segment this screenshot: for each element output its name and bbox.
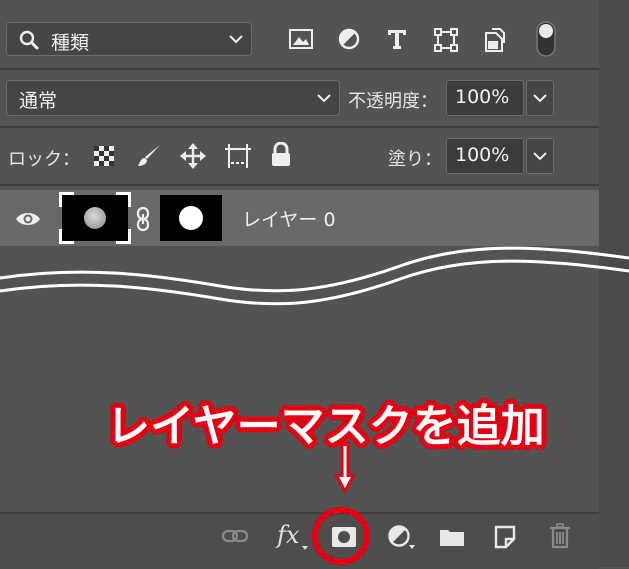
- search-icon: [19, 30, 39, 50]
- cut-wave-decoration: [0, 246, 629, 306]
- shape-filter-icon[interactable]: [433, 27, 459, 53]
- layers-panel: 種類 通常 不透明度： 100% ロック： 塗り： 100% レイヤー 0 レイ…: [0, 0, 629, 569]
- new-layer-icon[interactable]: [494, 525, 516, 549]
- blend-mode-select[interactable]: 通常: [6, 80, 340, 116]
- opacity-dropdown-button[interactable]: [526, 80, 554, 116]
- image-filter-icon[interactable]: [288, 27, 314, 51]
- chevron-down-icon: [317, 94, 331, 103]
- layer-row[interactable]: レイヤー 0: [0, 190, 599, 248]
- fill-label: 塗り：: [388, 149, 442, 170]
- lock-all-icon[interactable]: [270, 142, 292, 168]
- chevron-down-icon: [229, 35, 243, 44]
- mask-white-circle: [179, 206, 203, 230]
- link-layers-icon[interactable]: [221, 529, 249, 543]
- annotation-callout: レイヤーマスクを追加: [105, 400, 546, 453]
- moon-image: [84, 207, 106, 229]
- opacity-input[interactable]: 100%: [446, 80, 524, 116]
- filter-toggle[interactable]: [535, 20, 557, 58]
- folder-icon[interactable]: [439, 527, 465, 547]
- chevron-down-icon: [533, 94, 547, 103]
- fx-menu-indicator: [302, 546, 308, 550]
- opacity-label: 不透明度：: [348, 91, 438, 112]
- layer-name[interactable]: レイヤー 0: [242, 205, 336, 232]
- fill-input[interactable]: 100%: [446, 138, 524, 174]
- lock-label: ロック：: [8, 149, 80, 170]
- separator: [0, 68, 599, 70]
- arrow-down-icon: [334, 442, 356, 494]
- layer-mask-thumbnail[interactable]: [160, 195, 222, 241]
- fill-dropdown-button[interactable]: [526, 138, 554, 174]
- move-icon[interactable]: [179, 142, 207, 170]
- separator: [0, 184, 599, 186]
- layer-thumbnail[interactable]: [59, 192, 131, 244]
- type-filter-icon[interactable]: [385, 27, 409, 51]
- highlight-ring: [312, 507, 370, 565]
- trash-icon[interactable]: [549, 523, 571, 549]
- filter-kind-select[interactable]: 種類: [6, 22, 252, 56]
- blend-mode-label: 通常: [19, 90, 58, 112]
- adjustment-layer-icon[interactable]: [387, 524, 417, 550]
- smart-object-filter-icon[interactable]: [484, 27, 506, 53]
- eye-icon[interactable]: [15, 210, 41, 228]
- brush-icon[interactable]: [136, 143, 162, 169]
- adjustment-filter-icon[interactable]: [337, 27, 361, 51]
- mask-link-icon[interactable]: [134, 206, 152, 232]
- artboard-lock-icon[interactable]: [224, 143, 252, 169]
- fx-icon[interactable]: fx: [277, 521, 299, 549]
- chevron-down-icon: [533, 152, 547, 161]
- lock-transparent-pixels-icon[interactable]: [93, 145, 115, 167]
- separator: [0, 126, 599, 128]
- filter-kind-label: 種類: [51, 32, 90, 54]
